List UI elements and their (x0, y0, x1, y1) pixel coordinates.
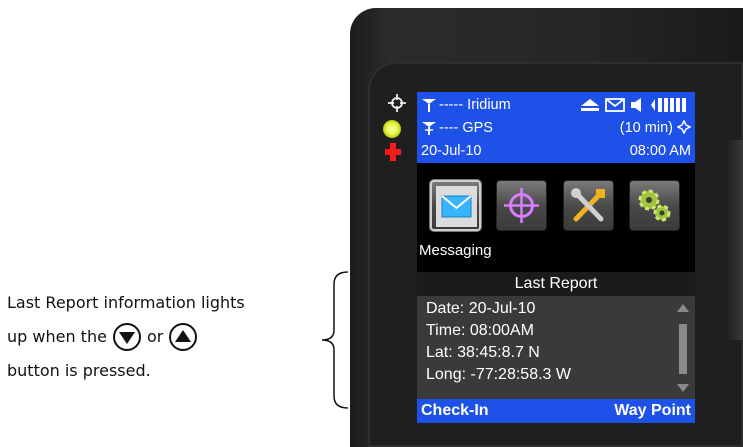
scroll-down-arrow-icon[interactable] (675, 382, 691, 394)
gps-fix-icon (676, 119, 692, 135)
curly-brace (321, 271, 349, 409)
annotation-line-3: button is pressed. (7, 361, 151, 380)
device-side-rim (725, 140, 743, 340)
tools-icon (571, 188, 605, 222)
envelope-icon (605, 98, 625, 112)
speaker-icon (631, 98, 641, 112)
annotation-line-2: up when the or (7, 320, 307, 354)
device-screen: ----- Iridium ---- GPS (10 min) 20-Jul-1… (417, 92, 695, 423)
crosshair-icon (504, 188, 539, 223)
annotation-or: or (146, 327, 164, 346)
gears-icon (638, 189, 671, 222)
status-icons (580, 94, 691, 116)
battery-bars-icon (651, 98, 686, 112)
last-report-panel[interactable]: Date: 20-Jul-10 Time: 08:00AM Lat: 38:45… (417, 296, 695, 399)
app-menu (417, 180, 695, 240)
tools-app-button[interactable] (563, 180, 614, 231)
tracking-app-button[interactable] (496, 180, 547, 231)
down-triangle-icon (112, 323, 141, 351)
gps-crosshair-icon (388, 94, 406, 112)
last-report-long: Long: -77:28:58.3 W (426, 366, 571, 383)
last-report-date: Date: 20-Jul-10 (426, 300, 536, 317)
annotation-prefix: up when the (7, 327, 107, 346)
status-date: 20-Jul-10 (421, 143, 482, 159)
iridium-row: ----- Iridium (417, 94, 695, 116)
gps-label: ---- GPS (439, 120, 493, 136)
gps-row: ---- GPS (10 min) (417, 117, 695, 139)
satellite-icon (422, 99, 436, 112)
scroll-up-arrow-icon[interactable] (675, 302, 691, 314)
messaging-app-button[interactable] (430, 180, 481, 231)
selected-app-label: Messaging (419, 242, 492, 259)
softkey-bar: Check-In Way Point (417, 399, 695, 423)
iridium-label: ----- Iridium (439, 97, 511, 113)
up-triangle-icon (169, 323, 198, 351)
scroll-thumb[interactable] (679, 324, 687, 374)
datetime-row: 20-Jul-10 08:00 AM (417, 140, 695, 162)
yellow-status-led (383, 120, 401, 138)
annotation-line-1: Last Report information lights (7, 293, 245, 312)
last-report-time: Time: 08:00AM (426, 322, 534, 339)
envelope-icon (436, 186, 477, 227)
last-report-scrollbar[interactable] (675, 302, 691, 394)
settings-app-button[interactable] (629, 180, 680, 231)
eject-icon (581, 99, 599, 111)
check-in-softkey[interactable]: Check-In (421, 399, 489, 423)
way-point-softkey[interactable]: Way Point (614, 399, 691, 423)
status-time: 08:00 AM (629, 143, 691, 159)
interval-text: (10 min) (619, 120, 673, 136)
last-report-lat: Lat: 38:45:8.7 N (426, 344, 540, 361)
status-bar: ----- Iridium ---- GPS (10 min) 20-Jul-1… (417, 92, 695, 163)
annotation-text: Last Report information lights up when t… (7, 286, 307, 388)
report-interval: (10 min) (619, 117, 692, 139)
red-cross-icon (385, 143, 401, 161)
satellite-icon (422, 122, 436, 135)
last-report-title: Last Report (417, 272, 695, 296)
